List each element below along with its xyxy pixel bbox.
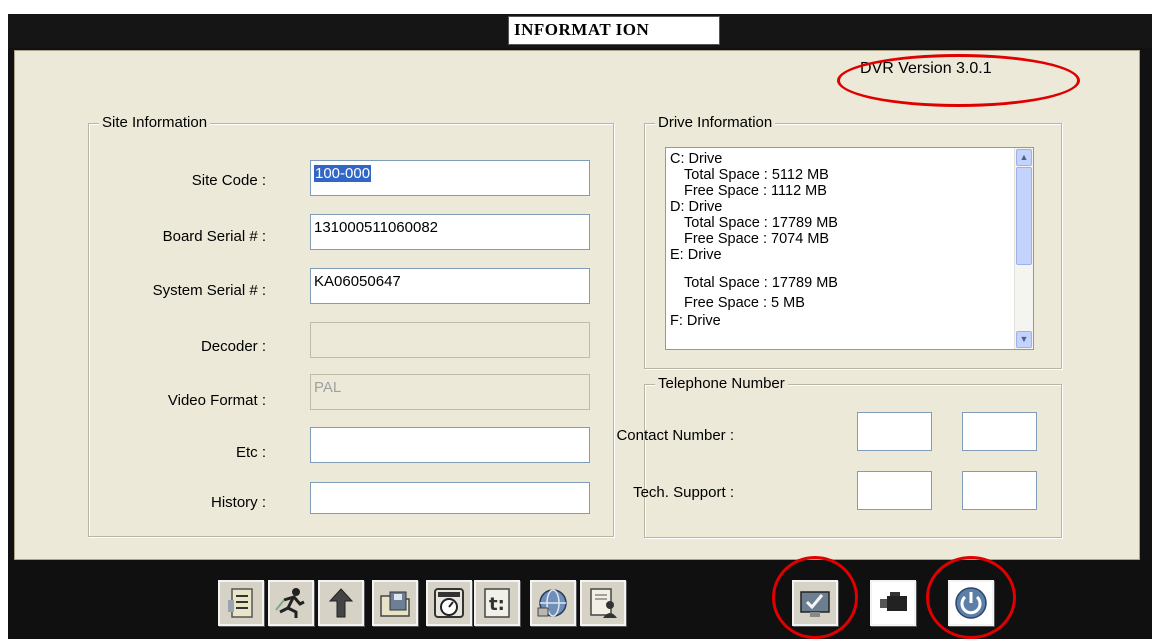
list-document-icon: t: bbox=[484, 588, 510, 618]
list-item: E: Drive bbox=[670, 247, 722, 263]
upload-arrow-icon bbox=[328, 588, 354, 618]
list-item: F: Drive bbox=[670, 313, 721, 329]
list-item: Total Space : 17789 MB bbox=[684, 215, 838, 231]
running-person-icon bbox=[275, 588, 305, 618]
site-code-label: Site Code : bbox=[191, 172, 266, 189]
contact-number-label: Contact Number : bbox=[616, 427, 734, 444]
disk-folder-button[interactable] bbox=[372, 580, 418, 626]
board-serial-input[interactable]: 131000511060082 bbox=[310, 214, 590, 250]
list-document-button[interactable]: t: bbox=[474, 580, 520, 626]
decoder-input bbox=[310, 322, 590, 358]
telephone-number-group: Telephone Number bbox=[644, 375, 1062, 538]
system-serial-label: System Serial # : bbox=[152, 282, 266, 299]
list-item: Total Space : 17789 MB bbox=[684, 275, 838, 291]
scroll-down-icon[interactable]: ▼ bbox=[1016, 331, 1032, 348]
network-globe-icon bbox=[537, 589, 567, 617]
monitor-highlight-ring bbox=[772, 556, 858, 639]
list-item: Total Space : 5112 MB bbox=[684, 167, 829, 183]
telephone-number-legend: Telephone Number bbox=[655, 375, 788, 392]
list-item: C: Drive bbox=[670, 151, 723, 167]
scroll-thumb[interactable] bbox=[1016, 167, 1032, 265]
svg-text:t:: t: bbox=[489, 594, 505, 615]
system-serial-input[interactable]: KA06050647 bbox=[310, 268, 590, 304]
tech-support-field-1[interactable] bbox=[857, 471, 932, 510]
list-item: Free Space : 5 MB bbox=[684, 295, 805, 311]
scroll-up-icon[interactable]: ▲ bbox=[1016, 149, 1032, 166]
history-label: History : bbox=[210, 494, 266, 511]
tech-support-label: Tech. Support : bbox=[633, 484, 734, 501]
file-cabinet-icon bbox=[228, 588, 253, 618]
site-code-value: 100-000 bbox=[314, 165, 372, 182]
document-person-button[interactable] bbox=[580, 580, 626, 626]
upload-button[interactable] bbox=[318, 580, 364, 626]
video-format-label: Video Format : bbox=[167, 392, 266, 409]
clock-icon bbox=[434, 588, 464, 618]
tech-support-field-2[interactable] bbox=[962, 471, 1037, 510]
contact-number-field-1[interactable] bbox=[857, 412, 932, 451]
decoder-label: Decoder : bbox=[200, 338, 266, 355]
drive-list[interactable]: C: Drive Total Space : 5112 MB Free Spac… bbox=[665, 147, 1034, 350]
version-highlight-ring bbox=[837, 54, 1080, 107]
clock-button[interactable] bbox=[426, 580, 472, 626]
list-item: Free Space : 1112 MB bbox=[684, 183, 827, 199]
network-button[interactable] bbox=[530, 580, 576, 626]
list-item: Free Space : 7074 MB bbox=[684, 231, 830, 247]
contact-number-field-2[interactable] bbox=[962, 412, 1037, 451]
camera-button[interactable] bbox=[870, 580, 916, 626]
camera-icon bbox=[880, 592, 907, 611]
site-code-input[interactable]: 100-000 bbox=[310, 160, 590, 196]
power-highlight-ring bbox=[926, 556, 1016, 639]
drive-list-scrollbar[interactable]: ▲ ▼ bbox=[1014, 148, 1033, 349]
video-format-input: PAL bbox=[310, 374, 590, 410]
board-serial-label: Board Serial # : bbox=[162, 228, 266, 245]
window-title: INFORMAT ION bbox=[514, 20, 650, 39]
list-item: D: Drive bbox=[670, 199, 723, 215]
drive-information-legend: Drive Information bbox=[655, 114, 776, 131]
disk-folder-icon bbox=[380, 591, 410, 617]
running-person-button[interactable] bbox=[268, 580, 314, 626]
site-information-legend: Site Information bbox=[99, 114, 211, 131]
document-person-icon bbox=[590, 588, 617, 618]
etc-label: Etc : bbox=[235, 444, 266, 461]
file-cabinet-button[interactable] bbox=[218, 580, 264, 626]
